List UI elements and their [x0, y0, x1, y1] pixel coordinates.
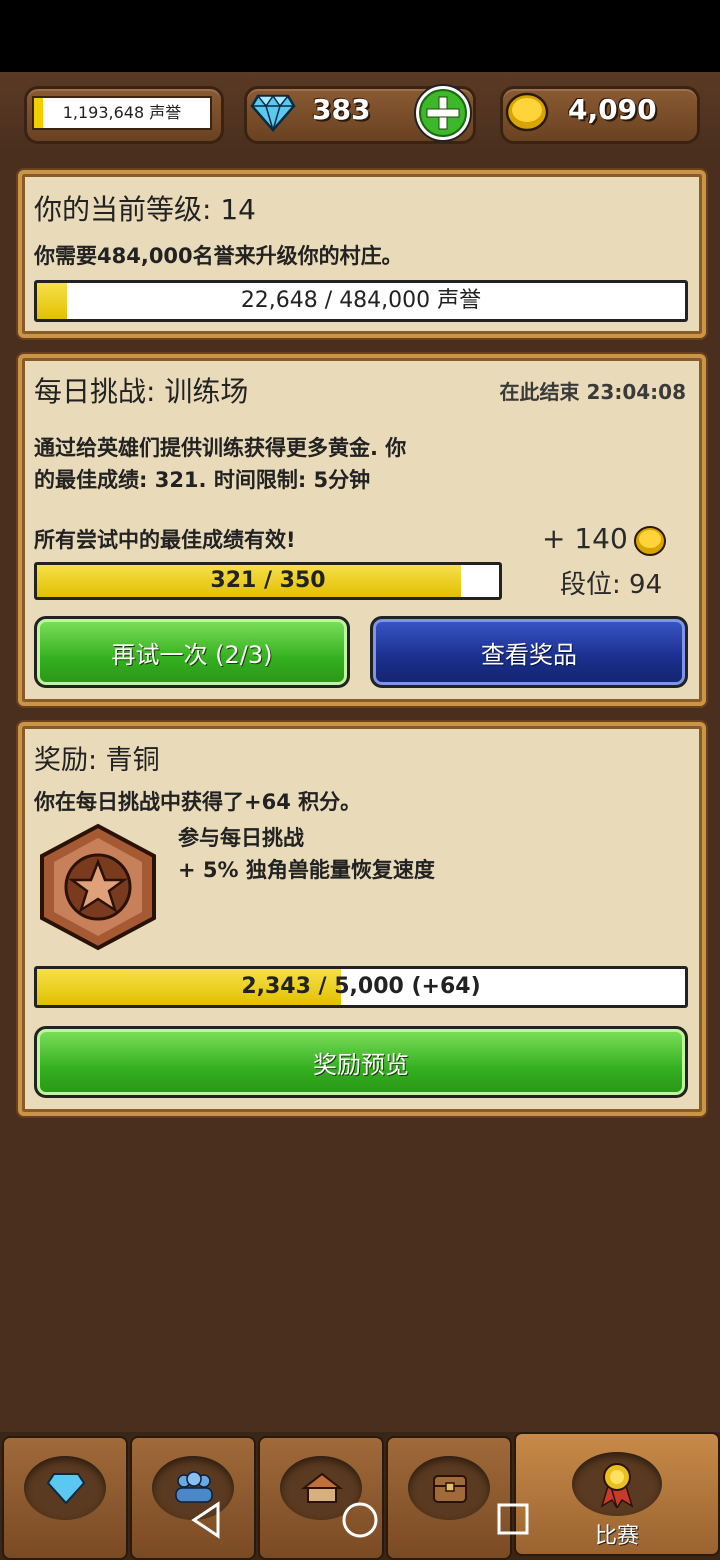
- reward-gold-amount: + 140: [542, 522, 628, 555]
- status-bar: [0, 0, 720, 72]
- gold-count: 4,090: [568, 93, 657, 126]
- challenge-title: 每日挑战: 训练场: [34, 375, 249, 408]
- nav-tournament[interactable]: 比赛: [514, 1432, 720, 1556]
- reward-preview-button[interactable]: 奖励预览: [34, 1026, 688, 1098]
- prestige-value: 1,193,648 声誉: [62, 103, 182, 122]
- level-title: 你的当前等级: 14: [34, 193, 256, 226]
- system-recents-icon[interactable]: [496, 1502, 530, 1536]
- challenge-note: 所有尝试中的最佳成绩有效!: [34, 528, 296, 552]
- reward-progress-bar: 2,343 / 5,000 (+64): [34, 966, 688, 1008]
- gold-coin-icon: [634, 526, 666, 556]
- reward-perk-2: + 5% 独角兽能量恢复速度: [178, 858, 435, 882]
- nav-tournament-label: 比赛: [594, 1524, 639, 1549]
- reward-title: 奖励: 青铜: [34, 745, 160, 776]
- system-back-icon[interactable]: [190, 1500, 222, 1540]
- challenge-desc-line2: 的最佳成绩: 321. 时间限制: 5分钟: [34, 468, 371, 492]
- bronze-medal-icon: [40, 823, 156, 951]
- system-home-icon[interactable]: [340, 1500, 380, 1540]
- challenge-progress-bar: 321 / 350: [34, 562, 502, 600]
- retry-button[interactable]: 再试一次 (2/3): [34, 616, 350, 688]
- level-description: 你需要484,000名誉来升级你的村庄。: [34, 244, 403, 268]
- challenge-desc-line1: 通过给英雄们提供训练获得更多黄金. 你: [34, 436, 407, 460]
- reward-panel: 奖励: 青铜 你在每日挑战中获得了+64 积分。 参与每日挑战 + 5% 独角兽…: [18, 722, 706, 1116]
- nav-heroes[interactable]: [130, 1436, 256, 1560]
- challenge-timer: 在此结束 23:04:08: [499, 380, 686, 404]
- village-icon: [301, 1472, 343, 1503]
- challenge-progress-text: 321 / 350: [210, 568, 326, 593]
- prestige-bar: 1,193,648 声誉: [32, 96, 212, 130]
- nav-village[interactable]: [258, 1436, 384, 1560]
- chest-icon: [433, 1475, 467, 1503]
- gold-coin-icon: [505, 92, 549, 132]
- nav-gems[interactable]: [2, 1436, 128, 1560]
- reward-perk-1: 参与每日挑战: [178, 826, 304, 850]
- level-progress-text: 22,648 / 484,000 声誉: [240, 288, 482, 313]
- reward-earned: 你在每日挑战中获得了+64 积分。: [34, 790, 362, 814]
- medal-icon: [600, 1463, 634, 1508]
- view-prizes-button[interactable]: 查看奖品: [370, 616, 688, 688]
- plus-icon[interactable]: [412, 82, 474, 144]
- diamond-icon: [46, 1473, 86, 1505]
- challenge-rank: 段位: 94: [560, 570, 663, 600]
- nav-chest[interactable]: [386, 1436, 512, 1560]
- reward-progress-text: 2,343 / 5,000 (+64): [241, 974, 481, 999]
- diamond-icon: [250, 94, 296, 132]
- level-panel: 你的当前等级: 14 你需要484,000名誉来升级你的村庄。 22,648 /…: [18, 170, 706, 338]
- level-progress-bar: 22,648 / 484,000 声誉: [34, 280, 688, 322]
- gems-count: 383: [312, 93, 371, 126]
- challenge-panel: 每日挑战: 训练场 在此结束 23:04:08 通过给英雄们提供训练获得更多黄金…: [18, 354, 706, 706]
